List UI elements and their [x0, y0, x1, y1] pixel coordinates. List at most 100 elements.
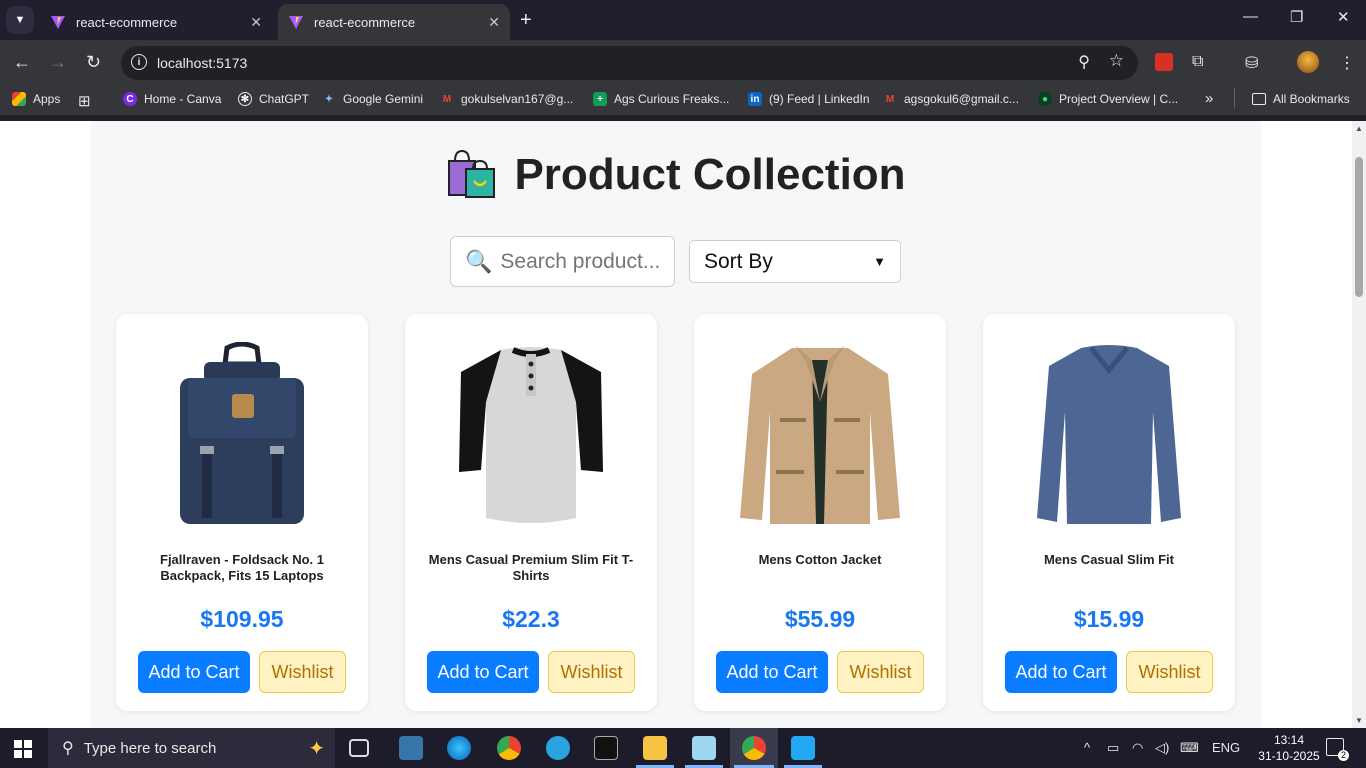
wifi-icon[interactable]: ◠ — [1132, 740, 1143, 756]
bookmark-gmail-1[interactable]: M gokulselvan167@g... — [440, 92, 573, 106]
menu-kebab-icon[interactable]: ⋮ — [1339, 53, 1355, 73]
scrollbar-thumb[interactable] — [1355, 157, 1363, 297]
close-icon[interactable]: ✕ — [250, 14, 262, 31]
product-card[interactable]: Mens Casual Premium Slim Fit T-Shirts $2… — [405, 314, 657, 711]
windows-start-icon[interactable] — [14, 740, 32, 758]
chatgpt-icon: ✻ — [238, 92, 252, 106]
bookmark-divider — [1234, 88, 1235, 108]
battery-icon[interactable]: ▭ — [1107, 740, 1119, 756]
product-container: Product Collection 🔍 Sort By ▼ Fjal — [91, 121, 1261, 728]
bookmark-label: Home - Canva — [144, 92, 222, 106]
clock-time: 13:14 — [1273, 733, 1305, 747]
more-bookmarks-label: » — [1205, 90, 1214, 107]
bookmark-chatgpt[interactable]: ✻ ChatGPT — [238, 92, 309, 106]
scroll-up-icon[interactable]: ▲ — [1355, 124, 1363, 133]
product-image-longsleeve — [1037, 345, 1181, 524]
back-button[interactable]: ← — [13, 52, 31, 73]
sheets-icon: + — [593, 92, 607, 106]
gemini-icon: ✦ — [324, 93, 334, 105]
wishlist-button[interactable]: Wishlist — [1126, 651, 1213, 693]
scroll-down-icon[interactable]: ▼ — [1355, 716, 1363, 725]
keyboard-icon[interactable]: ⌨ — [1180, 740, 1199, 756]
url-text[interactable]: localhost:5173 — [157, 55, 247, 71]
volume-icon[interactable]: ◁) — [1155, 740, 1169, 756]
more-bookmarks-button[interactable]: » — [1205, 90, 1213, 107]
add-to-cart-button[interactable]: Add to Cart — [1005, 651, 1117, 693]
minimize-button[interactable]: — — [1243, 8, 1258, 25]
vscode-icon[interactable] — [791, 736, 815, 760]
extension-icon[interactable] — [1155, 53, 1173, 76]
bookmark-label: gokulselvan167@g... — [461, 92, 574, 106]
add-to-cart-button[interactable]: Add to Cart — [138, 651, 250, 693]
tab-2-active[interactable]: react-ecommerce ✕ — [278, 4, 510, 40]
bookmark-label: ChatGPT — [259, 92, 310, 106]
product-price: $15.99 — [1073, 606, 1145, 632]
extensions-puzzle-icon[interactable]: ⧉ — [1192, 53, 1203, 71]
all-bookmarks[interactable]: All Bookmarks — [1252, 92, 1350, 106]
address-bar[interactable]: i localhost:5173 ⚲ ☆ — [121, 46, 1138, 80]
vite-favicon-icon — [289, 16, 303, 29]
product-image-jacket — [740, 346, 900, 524]
new-tab-button[interactable]: + — [520, 9, 532, 32]
wishlist-button[interactable]: Wishlist — [259, 651, 346, 693]
file-explorer-icon[interactable] — [643, 736, 667, 760]
clock-date: 31-10-2025 — [1258, 749, 1320, 763]
telegram-icon[interactable] — [546, 736, 570, 760]
incognito-icon[interactable]: ⛁ — [1245, 53, 1258, 73]
notepad-icon[interactable] — [692, 736, 716, 760]
tab-groups-icon[interactable]: ⊞ — [78, 92, 91, 110]
task-view-icon[interactable] — [349, 739, 369, 757]
bookmark-star-icon[interactable]: ☆ — [1109, 51, 1124, 71]
taskbar: ⚲ Type here to search ✦ ^ ▭ ◠ ◁) ⌨ ENG 1… — [0, 728, 1366, 768]
chrome-active-icon[interactable] — [742, 736, 766, 760]
product-image-backpack — [180, 342, 304, 524]
product-card[interactable]: Mens Cotton Jacket $55.99 Add to Cart Wi… — [694, 314, 946, 711]
tab-1[interactable]: react-ecommerce ✕ — [40, 4, 272, 40]
bookmark-gemini[interactable]: ✦ Google Gemini — [322, 92, 423, 106]
clock[interactable]: 13:14 31-10-2025 — [1258, 732, 1320, 764]
bookmark-linkedin[interactable]: in (9) Feed | LinkedIn — [748, 92, 870, 106]
vertical-scrollbar[interactable]: ▲ ▼ — [1352, 121, 1366, 728]
wishlist-button[interactable]: Wishlist — [548, 651, 635, 693]
chrome-icon[interactable] — [497, 736, 521, 760]
avatar[interactable] — [1297, 51, 1319, 78]
product-card[interactable]: Mens Casual Slim Fit $15.99 Add to Cart … — [983, 314, 1235, 711]
bookmark-project[interactable]: ● Project Overview | C... — [1038, 92, 1178, 106]
close-icon[interactable]: ✕ — [488, 14, 500, 31]
page-title-text: Product Collection — [514, 150, 906, 199]
wishlist-button[interactable]: Wishlist — [837, 651, 924, 693]
add-to-cart-button[interactable]: Add to Cart — [716, 651, 828, 693]
bookmark-sheets[interactable]: + Ags Curious Freaks... — [593, 92, 729, 106]
tab-search-button[interactable]: ▼ — [6, 6, 34, 34]
add-to-cart-button[interactable]: Add to Cart — [427, 651, 539, 693]
reload-button[interactable]: ↻ — [86, 52, 101, 73]
bookmarks-bar: Apps ⊞ C Home - Canva ✻ ChatGPT ✦ Google… — [0, 86, 1366, 115]
forward-button[interactable]: → — [49, 52, 67, 73]
restore-button[interactable]: ❐ — [1290, 8, 1303, 26]
zoom-icon[interactable]: ⚲ — [1078, 52, 1090, 72]
search-box[interactable]: 🔍 — [450, 236, 675, 287]
product-card[interactable]: Fjallraven - Foldsack No. 1 Backpack, Fi… — [116, 314, 368, 711]
python-icon[interactable] — [399, 736, 423, 760]
search-input[interactable] — [500, 249, 671, 274]
terminal-icon[interactable] — [594, 736, 618, 760]
window-close-button[interactable]: ✕ — [1337, 8, 1350, 26]
bookmark-label: (9) Feed | LinkedIn — [769, 92, 870, 106]
bookmark-apps[interactable]: Apps — [12, 92, 60, 106]
page-viewport: Product Collection 🔍 Sort By ▼ Fjal — [0, 121, 1352, 728]
tab-title: react-ecommerce — [314, 14, 416, 30]
site-info-icon[interactable]: i — [131, 54, 147, 70]
taskbar-search[interactable]: ⚲ Type here to search ✦ — [48, 728, 335, 768]
edge-icon[interactable] — [447, 736, 471, 760]
bookmark-label: All Bookmarks — [1273, 92, 1350, 106]
language-indicator[interactable]: ENG — [1212, 740, 1240, 755]
bookmark-label: Apps — [33, 92, 61, 106]
notification-icon[interactable]: 2 — [1326, 738, 1349, 761]
bookmark-canva[interactable]: C Home - Canva — [123, 92, 221, 106]
chevron-up-icon[interactable]: ^ — [1084, 740, 1090, 755]
bookmark-gmail-2[interactable]: M agsgokul6@gmail.c... — [883, 92, 1019, 106]
bookmark-label: Ags Curious Freaks... — [614, 92, 730, 106]
sort-select[interactable]: Sort By ▼ — [689, 240, 901, 283]
apps-grid-icon — [12, 92, 26, 106]
shopping-bags-icon — [448, 149, 496, 198]
